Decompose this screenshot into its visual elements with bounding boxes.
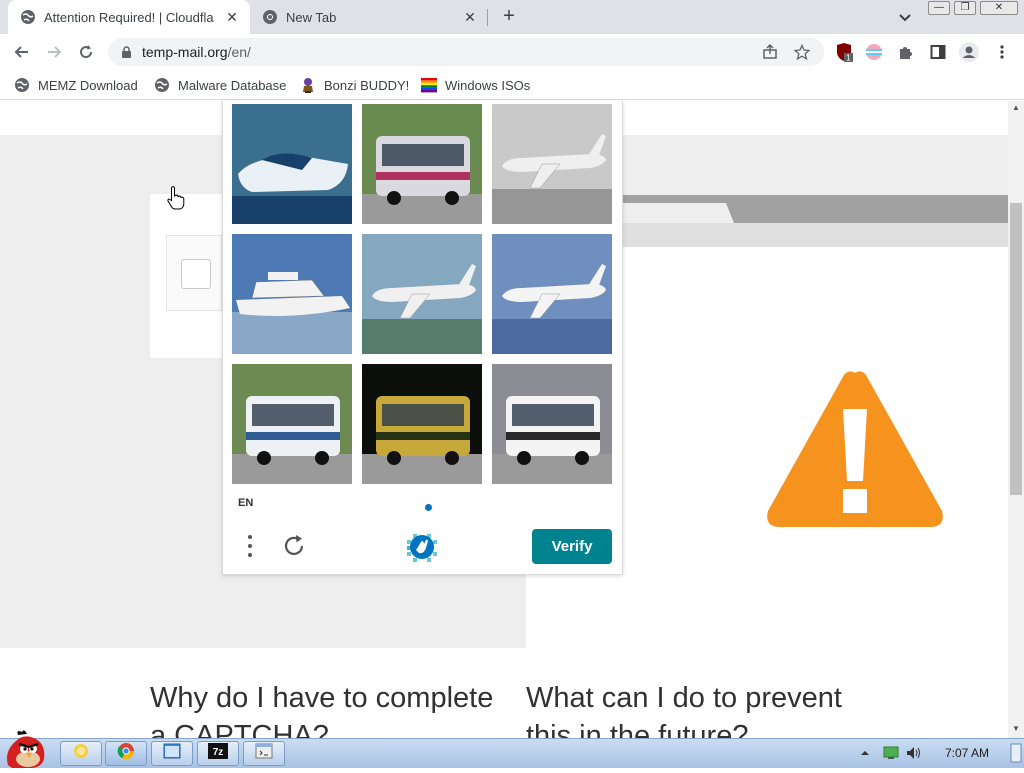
- captcha-image-bus[interactable]: [492, 364, 612, 484]
- chrome-icon: [262, 9, 278, 25]
- tab-attention-required[interactable]: Attention Required! | Cloudfla ✕: [8, 0, 250, 34]
- challenge-progress-dot: [425, 504, 432, 511]
- window-icon: [163, 742, 181, 765]
- bookmark-label: MEMZ Download: [38, 77, 138, 93]
- url-path: /en/: [227, 44, 251, 60]
- captcha-image-speedboat[interactable]: [232, 104, 352, 224]
- warning-icon: [764, 369, 946, 529]
- captcha-image-bus[interactable]: [362, 104, 482, 224]
- taskbar-7zip[interactable]: 7z: [197, 741, 239, 766]
- close-window-button[interactable]: ✕: [980, 1, 1018, 15]
- refresh-challenge-icon[interactable]: [281, 533, 307, 559]
- volume-icon[interactable]: [905, 738, 923, 768]
- tab-separator: [487, 9, 488, 26]
- language-selector[interactable]: EN: [238, 497, 253, 509]
- start-button-angry-bird-icon[interactable]: [2, 729, 50, 768]
- captcha-image-yacht[interactable]: [232, 234, 352, 354]
- tab-title: New Tab: [286, 9, 337, 25]
- captcha-image-bus[interactable]: [232, 364, 352, 484]
- ublock-extension-icon[interactable]: 1: [834, 42, 854, 62]
- bookmark-memz-download[interactable]: MEMZ Download: [14, 77, 138, 93]
- show-desktop-button[interactable]: [1010, 738, 1022, 768]
- chrome-icon: [117, 742, 135, 765]
- tab-strip: Attention Required! | Cloudfla ✕ New Tab…: [0, 0, 1024, 34]
- bookmark-label: Bonzi BUDDY!: [324, 77, 410, 93]
- globe-icon: [154, 77, 170, 93]
- taskbar-chrome[interactable]: [105, 741, 147, 766]
- bookmark-star-icon[interactable]: [792, 42, 812, 62]
- url-domain: temp-mail.org: [142, 44, 228, 60]
- terminal-icon: [255, 743, 273, 764]
- bookmark-label: Malware Database: [178, 77, 287, 93]
- tab-new-tab[interactable]: New Tab ✕: [250, 0, 488, 34]
- captcha-image-bus[interactable]: [362, 364, 482, 484]
- captcha-image-airplane[interactable]: [362, 234, 482, 354]
- verify-button[interactable]: Verify: [532, 529, 612, 564]
- bookmark-label: Windows ISOs: [445, 77, 531, 93]
- bookmark-windows-isos[interactable]: Windows ISOs: [421, 77, 530, 93]
- svg-text:7z: 7z: [213, 747, 224, 758]
- back-button[interactable]: [11, 41, 33, 63]
- bonzi-icon: [300, 77, 316, 93]
- scrollbar-thumb[interactable]: [1010, 203, 1022, 495]
- url-text[interactable]: temp-mail.org/en/: [142, 44, 251, 60]
- globe-icon: [14, 77, 30, 93]
- side-panel-icon[interactable]: [928, 42, 948, 62]
- scroll-up-arrow[interactable]: ▲: [1008, 101, 1024, 115]
- 7zip-icon: 7z: [208, 743, 228, 764]
- extensions-puzzle-icon[interactable]: [896, 42, 916, 62]
- more-menu-icon[interactable]: [992, 42, 1012, 62]
- taskbar-window[interactable]: [151, 741, 193, 766]
- cloudflare-header-stripe: [622, 195, 1008, 223]
- forward-button[interactable]: [43, 41, 65, 63]
- reload-button[interactable]: [75, 41, 97, 63]
- captcha-checkbox[interactable]: [181, 259, 211, 289]
- explorer-icon: [72, 742, 90, 765]
- share-icon[interactable]: [760, 42, 780, 62]
- tab-title: Attention Required! | Cloudfla: [44, 9, 214, 25]
- hand-cursor-icon: [167, 186, 185, 210]
- captcha-image-airplane[interactable]: [492, 234, 612, 354]
- close-tab-icon[interactable]: ✕: [222, 9, 242, 26]
- new-tab-button[interactable]: +: [498, 6, 520, 28]
- globe-icon: [20, 9, 36, 25]
- pride-extension-icon[interactable]: [864, 42, 884, 62]
- hcaptcha-logo-icon[interactable]: [405, 530, 439, 564]
- taskbar-explorer[interactable]: [60, 741, 102, 766]
- prevent-heading: What can I do to prevent this in the fut…: [526, 682, 842, 738]
- why-captcha-heading: Why do I have to complete a CAPTCHA?: [150, 682, 494, 738]
- show-hidden-arrow-icon[interactable]: [860, 738, 870, 768]
- restore-button[interactable]: ❐: [954, 1, 976, 15]
- scroll-down-arrow[interactable]: ▼: [1008, 722, 1024, 736]
- cloudflare-subheader: [622, 223, 1008, 247]
- clock: 7:07 AM: [945, 746, 990, 760]
- profile-avatar-icon[interactable]: [959, 42, 979, 62]
- captcha-image-airplane[interactable]: [492, 104, 612, 224]
- more-options-icon[interactable]: [243, 533, 257, 559]
- extension-badge: 1: [846, 54, 851, 63]
- taskbar-terminal[interactable]: [243, 741, 285, 766]
- network-icon[interactable]: [882, 738, 900, 768]
- close-tab-icon[interactable]: ✕: [460, 9, 480, 26]
- bookmark-bonzi-buddy[interactable]: Bonzi BUDDY!: [300, 77, 409, 93]
- tab-search-icon[interactable]: [896, 8, 914, 26]
- rainbow-flag-icon: [421, 77, 437, 93]
- lock-icon[interactable]: [121, 45, 132, 58]
- bookmark-malware-database[interactable]: Malware Database: [154, 77, 286, 93]
- minimize-button[interactable]: —: [928, 1, 950, 15]
